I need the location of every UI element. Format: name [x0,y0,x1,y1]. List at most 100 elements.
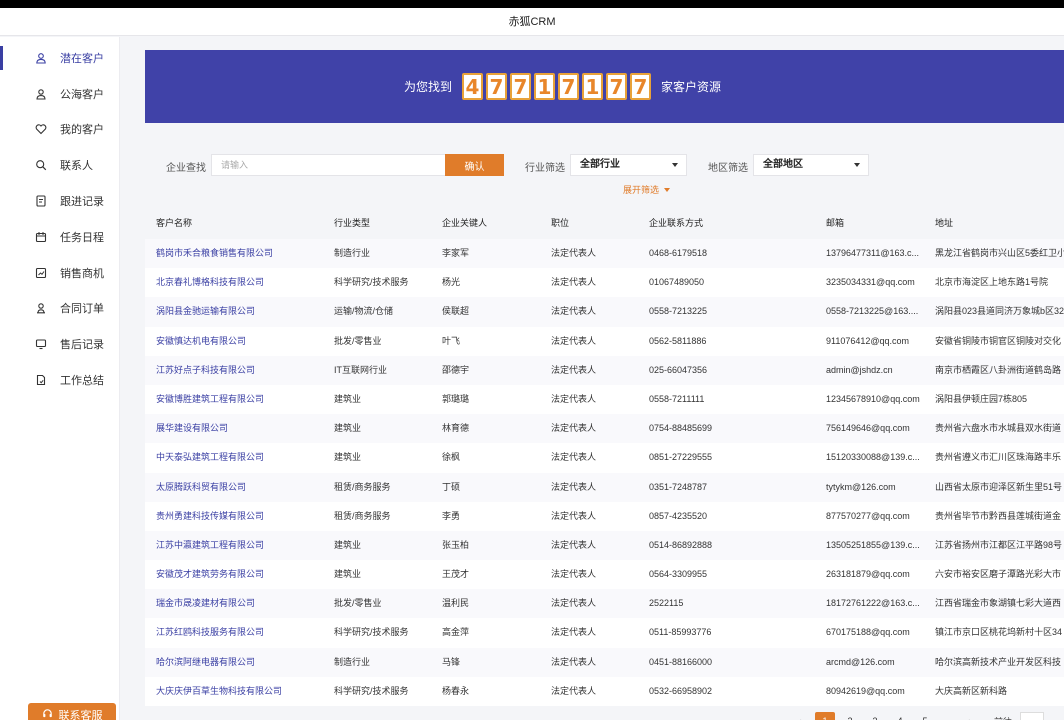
sidebar-item-label: 潜在客户 [60,52,104,65]
expand-filters-label: 展开筛选 [623,185,660,195]
customer-name-link[interactable]: 鹤岗市禾合粮食销售有限公司 [156,239,336,268]
customer-name-link[interactable]: 北京春礼博格科技有限公司 [156,268,336,297]
table-cell: 0514-86892888 [649,539,713,550]
calendar-icon [35,231,47,243]
table-row[interactable]: 江苏好点子科技有限公司 IT互联网行业 邵德宇 法定代表人 025-66047356 ad… [145,355,1064,385]
table-cell: 756149646@qq.com [826,423,910,434]
table-cell: 3235034331@qq.com [826,277,915,288]
prev-page-button[interactable]: ‹ [790,712,810,720]
count-digit: 4 [462,73,483,100]
table-cell: IT互联网行业 [334,364,387,375]
customer-name-link[interactable]: 涡阳县金驰运输有限公司 [156,297,336,326]
next-page-button[interactable]: › [960,712,980,720]
table-cell: 法定代表人 [551,277,597,288]
customer-name-link[interactable]: 大庆庆伊百草生物科技有限公司 [156,677,336,706]
page-button[interactable]: 4 [890,712,910,720]
table-row[interactable]: 哈尔滨阿继电器有限公司 制造行业 马锋 法定代表人 0451-88166000 arcmd… [145,647,1064,677]
table-row[interactable]: 鹤岗市禾合粮食销售有限公司 制造行业 李家军 法定代表人 0468-6179518 137… [145,239,1064,269]
table-cell: 01067489050 [649,277,705,288]
table-row[interactable]: 江苏红鸥科技服务有限公司 科学研究/技术服务 高金萍 法定代表人 0511-859937… [145,618,1064,648]
customer-name-link[interactable]: 江苏中瀛建筑工程有限公司 [156,531,336,560]
customer-name-link[interactable]: 瑞金市晟凌建材有限公司 [156,589,336,618]
sidebar-item-7[interactable]: 合同订单 [0,291,119,327]
sidebar-item-3[interactable]: 联系人 [0,147,119,183]
table-cell: 0532-66958902 [649,685,713,696]
sidebar-item-8[interactable]: 售后记录 [0,326,119,362]
contact-service-button[interactable]: 联系客服 [28,703,116,720]
sidebar-item-9[interactable]: 工作总结 [0,362,119,398]
caret-down-icon [854,163,860,167]
contact-service-label: 联系客服 [58,710,103,720]
table-cell: 安徽省铜陵市铜官区铜陵对交化 [935,335,1062,346]
page-button[interactable]: ··· [940,712,960,720]
company-search-input[interactable]: 请输入 [211,154,445,176]
table-row[interactable]: 中天泰弘建筑工程有限公司 建筑业 徐枫 法定代表人 0851-27229555 15120… [145,443,1064,473]
page-button[interactable]: 5 [915,712,935,720]
customer-name-link[interactable]: 安徽博胜建筑工程有限公司 [156,385,336,414]
table-cell: 高金萍 [442,627,470,638]
count-digit: 7 [630,73,651,100]
table-cell: 18172761222@163.c... [826,598,920,609]
goto-page-input[interactable] [1020,712,1045,720]
customer-name-link[interactable]: 贵州勇建科技传媒有限公司 [156,502,336,531]
table-cell: 涡阳县023县道同济万象城b区32 [935,306,1064,317]
page-button[interactable]: 3 [865,712,885,720]
table-row[interactable]: 北京春礼博格科技有限公司 科学研究/技术服务 杨光 法定代表人 01067489050 3… [145,268,1064,298]
customer-name-link[interactable]: 安徽慎达机电有限公司 [156,327,336,356]
page-button[interactable]: 2 [840,712,860,720]
table-cell: 法定代表人 [551,452,597,463]
sidebar-item-label: 任务日程 [60,231,104,244]
sidebar: 潜在客户公海客户我的客户联系人跟进记录任务日程销售商机 合同订单 售后记录 工作总结 [0,37,120,720]
heart-icon [35,123,47,135]
table-row[interactable]: 江苏中瀛建筑工程有限公司 建筑业 张玉柏 法定代表人 0514-86892888 1350… [145,530,1064,561]
table-row[interactable]: 大庆庆伊百草生物科技有限公司 科学研究/技术服务 杨春永 法定代表人 0532-6695… [145,676,1064,706]
document-icon [35,195,47,207]
industry-select[interactable]: 全部行业 [570,154,687,176]
region-select[interactable]: 全部地区 [753,154,869,176]
table-row[interactable]: 涡阳县金驰运输有限公司 运输/物流/仓储 侯联超 法定代表人 0558-7213225 0… [145,297,1064,327]
column-header: 企业关键人 [442,218,488,228]
table-row[interactable]: 安徽慎达机电有限公司 批发/零售业 叶飞 法定代表人 0562-5811886 91107… [145,326,1064,356]
customer-name-link[interactable]: 哈尔滨阿继电器有限公司 [156,648,336,677]
table-row[interactable]: 安徽茂才建筑劳务有限公司 建筑业 王茂才 法定代表人 0564-3309955 26318… [145,560,1064,590]
customer-name-link[interactable]: 太原腾跃科贸有限公司 [156,473,336,502]
table-cell: 法定代表人 [551,248,597,258]
table-cell: 运输/物流/仓储 [334,306,394,317]
table-cell: 徐枫 [442,452,461,463]
table-row[interactable]: 展华建设有限公司 建筑业 林育德 法定代表人 0754-88485699 75614964… [145,414,1064,444]
customer-name-link[interactable]: 安徽茂才建筑劳务有限公司 [156,560,336,589]
table-cell: 法定代表人 [551,510,597,521]
confirm-button[interactable]: 确认 [445,154,504,176]
customer-name-link[interactable]: 江苏好点子科技有限公司 [156,356,336,385]
table-cell: tytykm@126.com [826,481,896,492]
sidebar-item-2[interactable]: 我的客户 [0,112,119,148]
table-row[interactable]: 瑞金市晟凌建材有限公司 批发/零售业 温利民 法定代表人 2522115 18172761… [145,589,1064,619]
page-button[interactable]: 1 [815,712,835,720]
table-row[interactable]: 太原腾跃科贸有限公司 租赁/商务服务 丁硕 法定代表人 0351-7248787 tyty… [145,472,1064,502]
expand-filters-button[interactable]: 展开筛选 [623,183,671,196]
customer-name-link[interactable]: 展华建设有限公司 [156,414,336,443]
table-cell: 马锋 [442,656,461,667]
sidebar-item-label: 我的客户 [60,124,104,137]
table-cell: 法定代表人 [551,335,597,346]
table-cell: 王茂才 [442,569,470,580]
sidebar-item-6[interactable]: 销售商机 [0,255,119,291]
table-cell: 法定代表人 [551,656,597,667]
sidebar-item-label: 联系人 [60,160,93,173]
customer-name-link[interactable]: 中天泰弘建筑工程有限公司 [156,443,336,472]
count-digit: 7 [486,73,507,100]
sidebar-item-5[interactable]: 任务日程 [0,219,119,255]
table-row[interactable]: 贵州勇建科技传媒有限公司 租赁/商务服务 李勇 法定代表人 0857-4235520 87… [145,501,1064,531]
table-cell: 张玉柏 [442,539,470,550]
column-header: 地址 [935,218,954,228]
table-cell: 法定代表人 [551,306,597,317]
contract-icon [35,302,47,314]
crm-window: 赤狐CRM 潜在客户 公海客户 我的客户 联系人 跟进记录 任务日程 销售商机 合同订单 售后记… [0,8,1064,720]
table-cell: 0558-7211111 [649,393,705,404]
table-cell: 0754-88485699 [649,423,713,434]
table-row[interactable]: 安徽博胜建筑工程有限公司 建筑业 郭璐璐 法定代表人 0558-7211111 12345… [145,384,1064,415]
customer-name-link[interactable]: 江苏红鸥科技服务有限公司 [156,618,336,647]
sidebar-item-1[interactable]: 公海客户 [0,76,119,112]
sidebar-item-0[interactable]: 潜在客户 [0,40,119,76]
sidebar-item-4[interactable]: 跟进记录 [0,183,119,219]
